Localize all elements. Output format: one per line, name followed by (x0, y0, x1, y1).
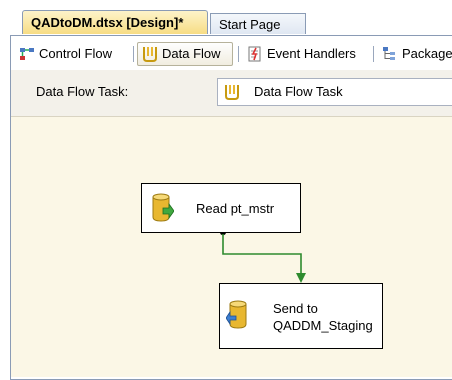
tab-start-page[interactable]: Start Page (210, 13, 306, 34)
data-flow-icon (143, 47, 157, 62)
destination-component-label-line1: Send to (273, 301, 318, 316)
tab-control-flow-label: Control Flow (39, 46, 112, 61)
tab-package-explorer-label: Package I (402, 46, 452, 61)
event-handlers-icon (248, 46, 261, 62)
destination-component-send-to-qaddm-staging[interactable]: Send to QADDM_Staging (219, 283, 383, 349)
source-component-label: Read pt_mstr (196, 201, 275, 216)
destination-component-label-line2: QADDM_Staging (273, 318, 373, 333)
tab-data-flow-label: Data Flow (162, 46, 221, 61)
data-flow-task-value: Data Flow Task (254, 84, 343, 99)
tab-package-explorer[interactable]: Package I (377, 42, 452, 66)
data-flow-task-label: Data Flow Task: (36, 84, 129, 99)
tab-separator (133, 46, 134, 62)
source-component-read-pt-mstr[interactable]: Read pt_mstr (141, 183, 301, 233)
tab-data-flow[interactable]: Data Flow (137, 42, 233, 66)
ssis-designer-window: QADtoDM.dtsx [Design]* Start Page Contro… (0, 0, 452, 380)
tab-qadtodm-design[interactable]: QADtoDM.dtsx [Design]* (22, 10, 208, 34)
control-flow-icon (20, 48, 34, 60)
tab-separator (238, 46, 239, 62)
tab-event-handlers[interactable]: Event Handlers (242, 42, 368, 66)
destination-cylinder-icon (226, 300, 247, 329)
source-cylinder-icon (152, 193, 174, 222)
data-flow-icon (225, 85, 239, 100)
data-flow-task-dropdown[interactable]: Data Flow Task (217, 78, 452, 106)
tab-separator (373, 46, 374, 62)
tab-control-flow[interactable]: Control Flow (14, 42, 128, 66)
tab-event-handlers-label: Event Handlers (267, 46, 356, 61)
package-explorer-icon (383, 47, 395, 60)
